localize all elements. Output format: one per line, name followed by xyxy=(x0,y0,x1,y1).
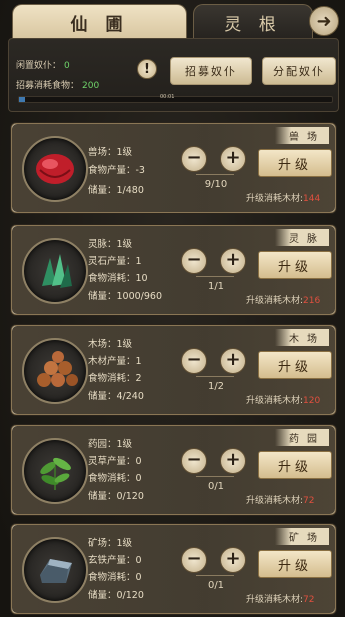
herb-icon xyxy=(22,438,88,504)
cost-value: 120 xyxy=(303,396,321,406)
upgrade-cost: 升级消耗木材:120 xyxy=(246,393,320,406)
card-spirit-vein: 灵脉 灵脉：1级 灵石产量：1 食物消耗：10 储量：1000/960 − + … xyxy=(11,225,336,315)
decrease-button[interactable]: − xyxy=(181,547,207,573)
stat-output: 食物产量：-3 xyxy=(88,165,145,176)
progress-text: 00:01 xyxy=(160,94,175,100)
assign-button[interactable]: 分配奴仆 xyxy=(262,57,336,85)
card-lumber-yard: 木场 木场：1级 木材产量：1 食物消耗：2 储量：4/240 − + 1/2 … xyxy=(11,325,336,415)
green-crystal-icon xyxy=(22,238,88,304)
info-icon[interactable]: ! xyxy=(137,59,157,79)
upgrade-button[interactable]: 升级 xyxy=(258,351,332,379)
recruit-cost: 招募消耗食物： 200 xyxy=(16,78,99,91)
card-mine: 矿场 矿场：1级 玄铁产量：0 食物消耗：0 储量：0/120 − + 0/1 … xyxy=(11,524,336,614)
count-divider xyxy=(196,376,234,377)
stat-consumption: 食物消耗：0 xyxy=(88,473,142,484)
decrease-button[interactable]: − xyxy=(181,348,207,374)
card-herb-garden: 药园 药园：1级 灵草产量：0 食物消耗：0 储量：0/120 − + 0/1 … xyxy=(11,425,336,515)
decrease-button[interactable]: − xyxy=(181,448,207,474)
arrow-right-icon[interactable]: ➜ xyxy=(309,6,339,36)
stat-storage: 储量：1000/960 xyxy=(88,291,163,302)
upgrade-cost: 升级消耗木材:144 xyxy=(246,191,320,204)
upgrade-button[interactable]: 升级 xyxy=(258,550,332,578)
stat-level: 灵脉：1级 xyxy=(88,239,133,250)
iron-ingot-icon xyxy=(22,537,88,603)
recruit-button[interactable]: 招募奴仆 xyxy=(170,57,252,85)
cost-label: 升级消耗木材: xyxy=(246,296,304,306)
idle-label: 闲置奴仆： xyxy=(16,61,62,71)
idle-value: 0 xyxy=(64,61,70,71)
stat-storage: 储量：4/240 xyxy=(88,391,144,402)
upgrade-button[interactable]: 升级 xyxy=(258,149,332,177)
count-divider xyxy=(196,575,234,576)
stat-storage: 储量：1/480 xyxy=(88,185,144,196)
stat-level: 矿场：1级 xyxy=(88,538,133,549)
card-seal: 矿场 xyxy=(275,528,329,545)
card-seal: 兽场 xyxy=(275,127,329,144)
stat-storage: 储量：0/120 xyxy=(88,590,144,601)
food-value: 200 xyxy=(82,81,100,91)
cost-value: 144 xyxy=(303,194,321,204)
game-screen: 仙 圃 灵 根 ➜ 闲置奴仆： 0 招募消耗食物： 200 ! 招募奴仆 分配奴仆 … xyxy=(0,0,345,617)
decrease-button[interactable]: − xyxy=(181,248,207,274)
cost-label: 升级消耗木材: xyxy=(246,595,304,605)
stat-output: 灵石产量：1 xyxy=(88,256,142,267)
red-gem-icon xyxy=(22,136,88,202)
card-seal: 灵脉 xyxy=(275,229,329,246)
worker-count: 9/10 xyxy=(204,179,228,190)
upgrade-cost: 升级消耗木材:72 xyxy=(246,592,315,605)
stat-level: 木场：1级 xyxy=(88,339,133,350)
upgrade-button[interactable]: 升级 xyxy=(258,251,332,279)
worker-count: 1/1 xyxy=(207,281,225,292)
increase-button[interactable]: + xyxy=(220,547,246,573)
increase-button[interactable]: + xyxy=(220,348,246,374)
card-seal: 木场 xyxy=(275,329,329,346)
count-divider xyxy=(196,174,234,175)
stat-consumption: 食物消耗：0 xyxy=(88,572,142,583)
increase-button[interactable]: + xyxy=(220,146,246,172)
worker-count: 0/1 xyxy=(207,481,225,492)
card-beast-farm: 兽场 兽场：1级 食物产量：-3 储量：1/480 − + 9/10 升级 升级… xyxy=(11,123,336,213)
decrease-button[interactable]: − xyxy=(181,146,207,172)
stat-output: 玄铁产量：0 xyxy=(88,555,142,566)
cost-label: 升级消耗木材: xyxy=(246,496,304,506)
stat-level: 兽场：1级 xyxy=(88,147,133,158)
upgrade-cost: 升级消耗木材:72 xyxy=(246,493,315,506)
card-seal: 药园 xyxy=(275,429,329,446)
worker-count: 0/1 xyxy=(207,580,225,591)
stat-consumption: 食物消耗：2 xyxy=(88,373,142,384)
cost-value: 72 xyxy=(303,496,315,506)
progress-fill xyxy=(19,97,26,102)
tab-linggen[interactable]: 灵 根 xyxy=(193,4,313,39)
upgrade-cost: 升级消耗木材:216 xyxy=(246,293,320,306)
cost-label: 升级消耗木材: xyxy=(246,194,304,204)
increase-button[interactable]: + xyxy=(220,248,246,274)
cost-value: 72 xyxy=(303,595,315,605)
cost-value: 216 xyxy=(303,296,321,306)
stat-output: 灵草产量：0 xyxy=(88,456,142,467)
cost-label: 升级消耗木材: xyxy=(246,396,304,406)
count-divider xyxy=(196,276,234,277)
stat-level: 药园：1级 xyxy=(88,439,133,450)
idle-servants: 闲置奴仆： 0 xyxy=(16,58,70,71)
tab-xianpu[interactable]: 仙 圃 xyxy=(12,4,187,39)
upgrade-button[interactable]: 升级 xyxy=(258,451,332,479)
stat-consumption: 食物消耗：10 xyxy=(88,273,148,284)
food-label: 招募消耗食物： xyxy=(16,81,80,91)
stat-storage: 储量：0/120 xyxy=(88,491,144,502)
log-pile-icon xyxy=(22,338,88,404)
worker-count: 1/2 xyxy=(207,381,225,392)
stat-output: 木材产量：1 xyxy=(88,356,142,367)
increase-button[interactable]: + xyxy=(220,448,246,474)
recruit-progress-bar xyxy=(18,96,333,103)
count-divider xyxy=(196,476,234,477)
